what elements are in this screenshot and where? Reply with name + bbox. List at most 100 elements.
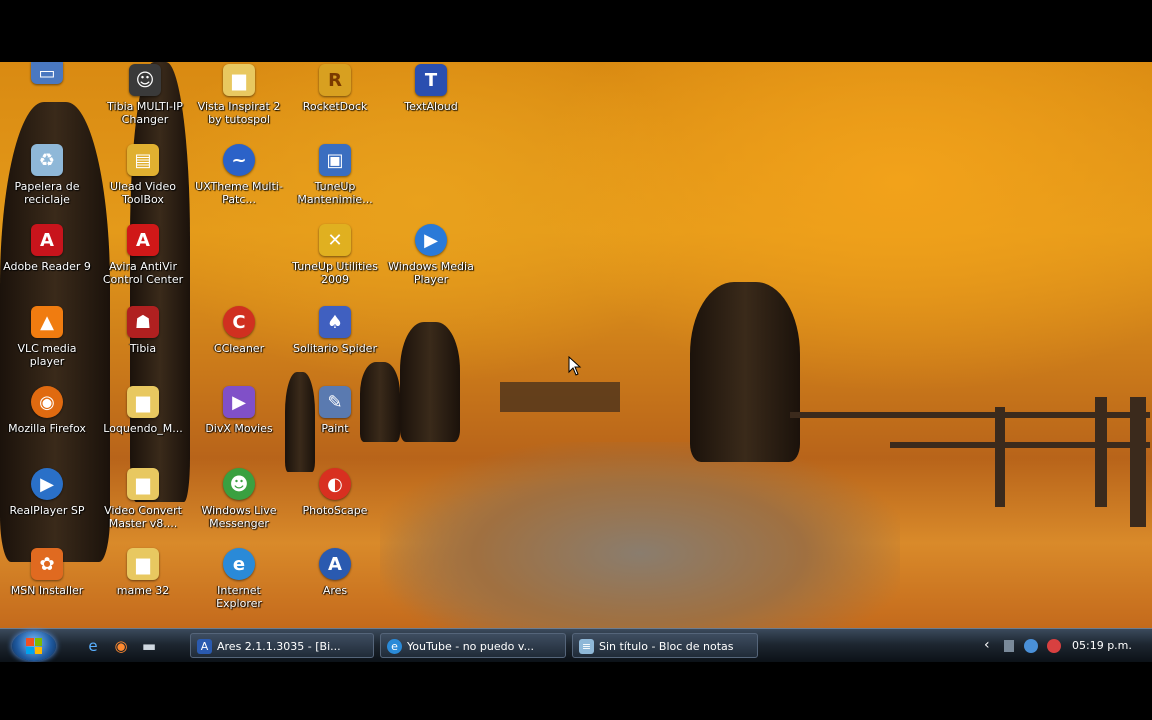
network-icon[interactable]	[1004, 640, 1014, 652]
desktop-icon-internet-explorer[interactable]: e Internet Explorer	[194, 548, 284, 610]
desktop-icon-label: Loquendo_M...	[103, 422, 183, 435]
desktop-icon-firefox[interactable]: ◉ Mozilla Firefox	[2, 386, 92, 435]
messenger-icon: ☻	[223, 468, 255, 500]
desktop-icon-recycle-bin[interactable]: ♻ Papelera de reciclaje	[2, 144, 92, 206]
desktop-icon-label: Internet Explorer	[216, 584, 262, 610]
computer-icon: ▭	[31, 62, 63, 84]
tray-chevron-icon[interactable]: ‹	[984, 633, 990, 658]
desktop-icon-label: Windows Media Player	[388, 260, 474, 286]
quick-launch-show-desktop-icon[interactable]: ▬	[140, 637, 158, 655]
desktop-icon-tibia[interactable]: ☗ Tibia	[98, 306, 188, 355]
taskbar: e ◉ ▬ A Ares 2.1.1.3035 - [Bi... e YouTu…	[0, 628, 1152, 663]
wallpaper-fence	[500, 382, 620, 412]
desktop-icon-rocketdock[interactable]: R RocketDock	[290, 64, 380, 113]
ie-icon: e	[387, 639, 402, 654]
notepad-icon: ≡	[579, 639, 594, 654]
desktop-icon-label: Vista Inspirat 2 by tutospol	[197, 100, 281, 126]
ares-icon: A	[197, 639, 212, 654]
ie-icon: e	[223, 548, 255, 580]
ulead-icon: ▤	[127, 144, 159, 176]
desktop-icon-label: CCleaner	[213, 342, 265, 355]
desktop-icon-avira[interactable]: A Avira AntiVir Control Center	[98, 224, 188, 286]
desktop-icon-photoscape[interactable]: ◐ PhotoScape	[290, 468, 380, 517]
media-player-icon: ▶	[415, 224, 447, 256]
system-tray	[1004, 633, 1061, 658]
textaloud-icon: T	[415, 64, 447, 96]
quick-launch-ie-icon[interactable]: e	[84, 637, 102, 655]
desktop-icon-vista-inspirat[interactable]: ▆ Vista Inspirat 2 by tutospol	[194, 64, 284, 126]
desktop-icon-label: PhotoScape	[302, 504, 368, 517]
desktop-icon-paint[interactable]: ✎ Paint	[290, 386, 380, 435]
windows-logo-icon	[26, 638, 42, 654]
taskbar-button-youtube[interactable]: e YouTube - no puedo v...	[380, 633, 566, 658]
desktop-icon-label: Tibia	[129, 342, 157, 355]
desktop-icon-tibia-multi-ip[interactable]: ☺ Tibia MULTI-IP Changer	[100, 64, 190, 126]
desktop-icon-label: Mozilla Firefox	[8, 422, 86, 435]
spider-solitaire-icon: ♠	[319, 306, 351, 338]
desktop-icon-video-convert[interactable]: ▆ Video Convert Master v8....	[98, 468, 188, 530]
desktop-icon-spider-solitaire[interactable]: ♠ Solitario Spider	[290, 306, 380, 355]
desktop-icon-ulead[interactable]: ▤ Ulead Video ToolBox	[98, 144, 188, 206]
desktop-icon-media-player[interactable]: ▶ Windows Media Player	[386, 224, 476, 286]
wallpaper-fence	[890, 442, 1150, 448]
desktop-icon-vlc[interactable]: ▲ VLC media player	[2, 306, 92, 368]
desktop-icon-label: Ares	[322, 584, 348, 597]
divx-icon: ▶	[223, 386, 255, 418]
ares-icon: A	[319, 548, 351, 580]
desktop-icon-label: Avira AntiVir Control Center	[102, 260, 184, 286]
folder-icon: ▆	[127, 386, 159, 418]
quick-launch-firefox-icon[interactable]: ◉	[112, 637, 130, 655]
desktop-icon-label: Solitario Spider	[293, 342, 377, 355]
recycle-bin-icon: ♻	[31, 144, 63, 176]
wallpaper-road	[380, 442, 900, 628]
desktop-icon-realplayer[interactable]: ▶ RealPlayer SP	[2, 468, 92, 517]
realplayer-icon: ▶	[31, 468, 63, 500]
desktop-icon-label: TuneUp Mantenimie...	[297, 180, 373, 206]
desktop-icon-label: Tibia MULTI-IP Changer	[107, 100, 183, 126]
taskbar-button-label: YouTube - no puedo v...	[407, 640, 534, 653]
desktop-icon-label: Paint	[321, 422, 349, 435]
desktop-icon-partial[interactable]: ▭	[2, 62, 92, 84]
taskbar-button-ares[interactable]: A Ares 2.1.1.3035 - [Bi...	[190, 633, 374, 658]
taskbar-button-label: Sin título - Bloc de notas	[599, 640, 734, 653]
desktop-icon-tuneup-maintenance[interactable]: ▣ TuneUp Mantenimie...	[290, 144, 380, 206]
desktop-icon-loquendo[interactable]: ▆ Loquendo_M...	[98, 386, 188, 435]
letterbox-top	[0, 0, 1152, 62]
desktop-icon-label: Papelera de reciclaje	[14, 180, 80, 206]
antivirus-tray-icon[interactable]	[1047, 639, 1061, 653]
desktop-icon-tuneup-utilities[interactable]: ✕ TuneUp Utilities 2009	[290, 224, 380, 286]
desktop-icon-textaloud[interactable]: T TextAloud	[386, 64, 476, 113]
wallpaper-trunk	[690, 282, 800, 462]
start-button[interactable]	[12, 631, 56, 661]
wallpaper-fence	[995, 407, 1005, 507]
folder-icon: ▆	[127, 548, 159, 580]
firefox-icon: ◉	[31, 386, 63, 418]
desktop-icon-mame32[interactable]: ▆ mame 32	[98, 548, 188, 597]
vlc-icon: ▲	[31, 306, 63, 338]
adobe-reader-icon: A	[31, 224, 63, 256]
desktop-icon-label: VLC media player	[17, 342, 77, 368]
clock[interactable]: 05:19 p.m.	[1072, 633, 1132, 658]
avira-icon: A	[127, 224, 159, 256]
taskbar-button-notepad[interactable]: ≡ Sin título - Bloc de notas	[572, 633, 758, 658]
paint-icon: ✎	[319, 386, 351, 418]
folder-icon: ▆	[127, 468, 159, 500]
ccleaner-icon: C	[223, 306, 255, 338]
desktop-icon-divx[interactable]: ▶ DivX Movies	[194, 386, 284, 435]
folder-icon: ▆	[223, 64, 255, 96]
desktop-icon-messenger[interactable]: ☻ Windows Live Messenger	[194, 468, 284, 530]
desktop-icon-label: Ulead Video ToolBox	[110, 180, 176, 206]
desktop-icon-adobe-reader[interactable]: A Adobe Reader 9	[2, 224, 92, 273]
volume-icon[interactable]	[1023, 639, 1038, 653]
tuneup-utilities-icon: ✕	[319, 224, 351, 256]
desktop-icon-uxtheme[interactable]: ~ UXTheme Multi-Patc...	[194, 144, 284, 206]
desktop-icon-ccleaner[interactable]: C CCleaner	[194, 306, 284, 355]
msn-icon: ✿	[31, 548, 63, 580]
desktop-icon-ares[interactable]: A Ares	[290, 548, 380, 597]
desktop[interactable]: ▭ ☺ Tibia MULTI-IP Changer ▆ Vista Inspi…	[0, 62, 1152, 628]
desktop-icon-label: Video Convert Master v8....	[104, 504, 182, 530]
desktop-icon-label: RealPlayer SP	[9, 504, 85, 517]
desktop-icon-label: UXTheme Multi-Patc...	[195, 180, 283, 206]
desktop-icon-label: mame 32	[116, 584, 170, 597]
desktop-icon-msn-installer[interactable]: ✿ MSN Installer	[2, 548, 92, 597]
